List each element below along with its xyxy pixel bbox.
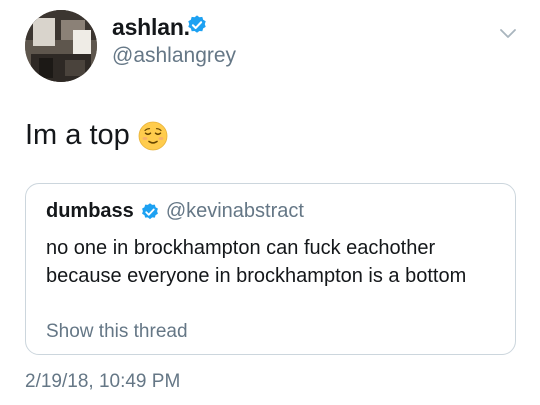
tweet-text-content: Im a top xyxy=(25,119,130,151)
verified-badge-icon xyxy=(186,14,208,36)
quoted-author-display-name: dumbass xyxy=(46,200,134,222)
quoted-verified-badge-icon xyxy=(140,202,160,222)
tweet-timestamp[interactable]: 2/19/18, 10:49 PM xyxy=(25,371,180,393)
tweet-text: Im a top xyxy=(25,119,168,152)
quoted-tweet-card[interactable]: dumbass @kevinabstract no one in brockha… xyxy=(25,183,516,355)
author-handle[interactable]: @ashlangrey xyxy=(112,44,236,68)
chevron-down-icon[interactable] xyxy=(498,26,518,40)
relieved-face-emoji-icon xyxy=(138,121,168,151)
quoted-author-handle: @kevinabstract xyxy=(165,200,304,222)
profile-photo-icon xyxy=(25,10,97,82)
tweet: ashlan. @ashlangrey Im a top dumbass @ke… xyxy=(0,0,540,405)
quoted-tweet-header: dumbass @kevinabstract xyxy=(46,200,304,223)
show-thread-link[interactable]: Show this thread xyxy=(46,321,188,343)
author-display-name[interactable]: ashlan. xyxy=(112,14,190,41)
quoted-tweet-text: no one in brockhampton can fuck eachothe… xyxy=(46,237,467,287)
avatar[interactable] xyxy=(25,10,97,82)
